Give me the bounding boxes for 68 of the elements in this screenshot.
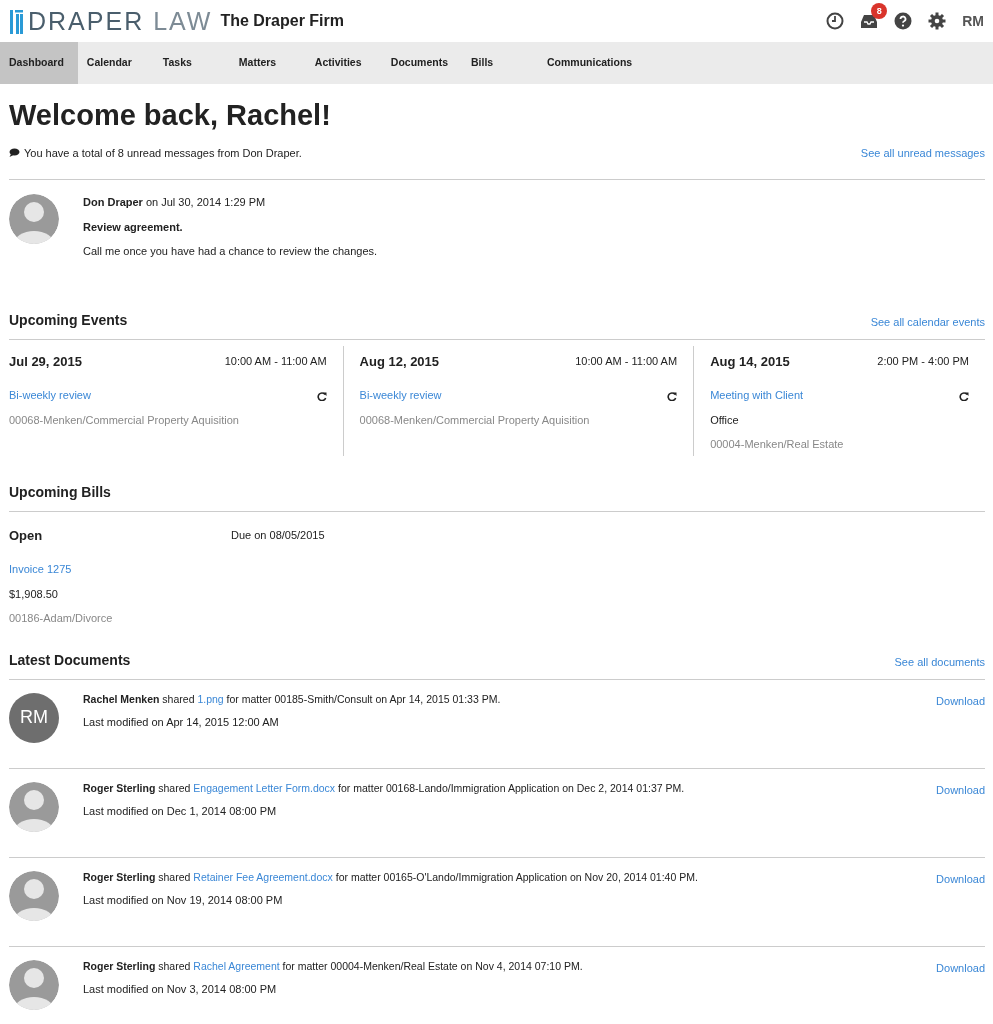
clock-icon[interactable] xyxy=(826,12,845,30)
message-subject: Review agreement. xyxy=(83,219,184,235)
invoice-link[interactable]: Invoice 1275 xyxy=(9,561,72,578)
see-all-link[interactable]: See all calendar events xyxy=(870,314,985,331)
event-date: Aug 12, 2015 xyxy=(359,352,440,371)
logo-icon xyxy=(9,7,24,35)
nav-tab[interactable]: Tasks xyxy=(153,42,230,84)
user-initials[interactable]: RM xyxy=(962,10,984,32)
event-link[interactable]: Meeting with Client xyxy=(710,387,804,404)
nav-tab[interactable]: Calendar xyxy=(77,42,154,84)
avatar xyxy=(9,781,59,832)
event-time: 10:00 AM - 11:00 AM xyxy=(575,354,678,370)
bill-amount: $1,908.50 xyxy=(9,586,59,602)
nav-tab[interactable]: Activities xyxy=(305,42,382,84)
help-icon[interactable] xyxy=(894,12,913,30)
modified-date: Last modified on Nov 3, 2014 08:00 PM xyxy=(83,981,278,997)
file-link[interactable]: Rachel Agreement xyxy=(193,959,280,972)
bill-due-date: Due on 08/05/2015 xyxy=(231,528,325,544)
bill-matter: 00186-Adam/Divorce xyxy=(9,611,114,627)
modified-date: Last modified on Nov 19, 2014 08:00 PM xyxy=(83,892,284,908)
event-time: 10:00 AM - 11:00 AM xyxy=(224,354,327,370)
file-link[interactable]: Retainer Fee Agreement.docx xyxy=(193,870,333,883)
file-link[interactable]: Engagement Letter Form.docx xyxy=(193,781,336,794)
download-link[interactable]: Download xyxy=(936,781,985,799)
inbox-icon[interactable] xyxy=(860,12,879,30)
bill-status: Open xyxy=(9,526,44,545)
event-matter: 00068-Menken/Commercial Property Aquisition xyxy=(359,412,591,428)
event-link[interactable]: Bi-weekly review xyxy=(359,387,442,404)
nav-tab[interactable]: Matters xyxy=(229,42,306,84)
event-time: 2:00 PM - 4:00 PM xyxy=(877,354,969,370)
section-heading: Upcoming Events xyxy=(9,310,128,330)
download-link[interactable]: Download xyxy=(936,959,985,977)
avatar xyxy=(9,194,59,245)
nav-tab[interactable]: Documents xyxy=(381,42,463,84)
event-date: Jul 29, 2015 xyxy=(9,352,82,371)
firm-name: The Draper Firm xyxy=(220,11,344,31)
event-date: Aug 14, 2015 xyxy=(710,352,790,371)
notification-badge: 8 xyxy=(871,3,888,19)
file-link[interactable]: 1.png xyxy=(197,692,224,705)
message-body: Call me once you have had a chance to review the changes. xyxy=(83,244,378,260)
share-sentence: Roger Sterling shared Retainer Fee Agreement.docx for matter 00165-O'Lando/Immigration Application on Nov 20, 2014 01:40 PM. xyxy=(83,870,699,884)
avatar: RM xyxy=(9,692,59,743)
download-link[interactable]: Download xyxy=(936,692,985,710)
see-all-link[interactable]: See all documents xyxy=(894,654,985,671)
event-matter: 00004-Menken/Real Estate xyxy=(710,437,845,453)
avatar xyxy=(9,870,59,921)
speech-bubble-icon xyxy=(9,148,20,159)
download-link[interactable]: Download xyxy=(936,870,985,888)
avatar xyxy=(9,959,59,1010)
logo-text: DRAPER LAW xyxy=(28,8,213,34)
modified-date: Last modified on Apr 14, 2015 12:00 AM xyxy=(83,714,280,730)
share-sentence: Rachel Menken shared 1.png for matter 00185-Smith/Consult on Apr 14, 2015 01:33 PM. xyxy=(83,692,502,706)
section-heading: Latest Documents xyxy=(9,650,131,670)
nav-tab[interactable]: Communications xyxy=(538,42,647,84)
nav-tab[interactable]: Dashboard xyxy=(0,42,78,84)
message-meta: Don Draper on Jul 30, 2014 1:29 PM xyxy=(83,195,267,211)
see-all-link[interactable]: See all unread messages xyxy=(860,144,985,162)
welcome-heading: Welcome back, Rachel! xyxy=(9,98,332,133)
event-location: Office xyxy=(710,412,740,428)
section-heading: Upcoming Bills xyxy=(9,482,111,502)
share-sentence: Roger Sterling shared Engagement Letter Form.docx for matter 00168-Lando/Immigration Application on Dec 2, 2014 01:37 PM. xyxy=(83,781,686,795)
modified-date: Last modified on Dec 1, 2014 08:00 PM xyxy=(83,803,278,819)
message-summary: You have a total of 8 unread messages from Don Draper. xyxy=(24,145,302,161)
share-sentence: Roger Sterling shared Rachel Agreement for matter 00004-Menken/Real Estate on Nov 4, 2014 07:10 PM. xyxy=(83,959,584,973)
event-link[interactable]: Bi-weekly review xyxy=(9,387,91,404)
settings-icon[interactable] xyxy=(928,12,947,30)
nav-tab[interactable]: Bills xyxy=(462,42,539,84)
event-matter: 00068-Menken/Commercial Property Aquisition xyxy=(9,412,240,428)
